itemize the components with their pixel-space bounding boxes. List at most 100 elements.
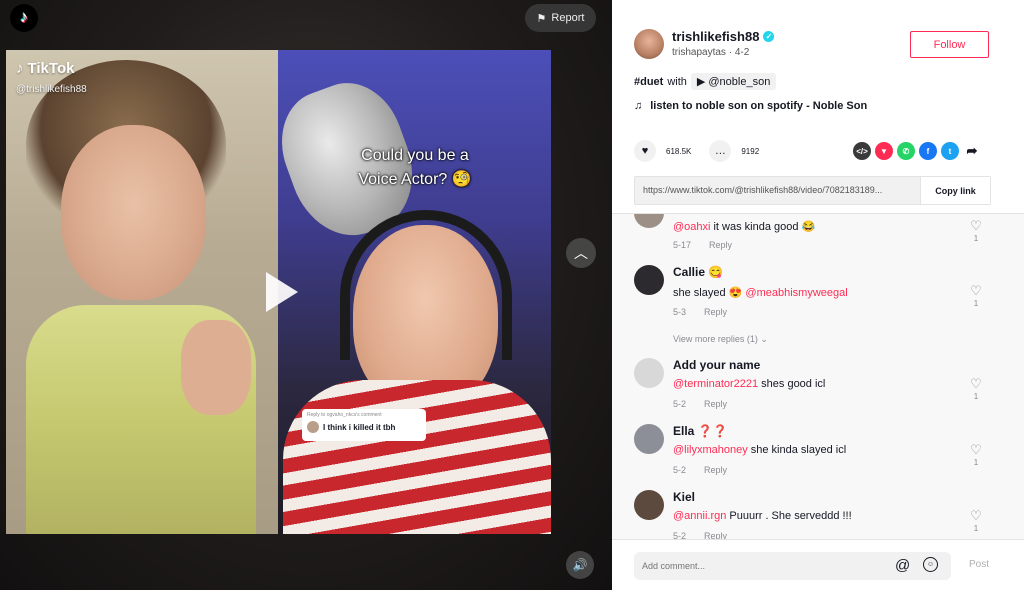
comment-text: @annii.rgn Puuurr . She serveddd !!! [673,510,852,522]
chevron-up-icon[interactable]: ︿ [566,238,596,268]
comment-mention[interactable]: @oahxi [673,221,710,233]
list-item: Callie 😋 she slayed 😍 @meabhismyweegal 5… [634,265,994,325]
comment-date: 5-2 [673,531,687,539]
comment-composer: @ ☺ Post [612,539,1024,590]
duet-right-video [265,50,551,534]
comment-text: @terminator2221 shes good icl [673,378,826,390]
comment-author[interactable]: Add your name [673,358,760,372]
reply-sticker-text: I think i killed it tbh [323,422,396,432]
embed-icon[interactable]: </> [853,142,871,160]
comment-author[interactable]: Callie 😋 [673,265,723,279]
follow-button[interactable]: Follow [910,31,989,58]
author-nickname: trishapaytas [672,47,726,58]
flag-icon: ⚑ [536,12,547,25]
forward-icon[interactable]: ➦ [963,142,981,160]
like-count: 618.5K [666,146,692,156]
comment-mention[interactable]: @annii.rgn [673,510,726,522]
comment-text: @oahxi it was kinda good 😂 [673,221,816,233]
comment-mention[interactable]: @terminator2221 [673,378,758,390]
video-caption: Could you be a Voice Actor? 🧐 [358,147,472,188]
chevron-down-icon: ⌄ [760,334,768,344]
comment-date: 5-17 [673,240,692,250]
reply-button[interactable]: Reply [704,465,727,475]
comment-like-count: 1 [973,524,979,533]
duet-mention: @noble_son [708,75,771,88]
tiktok-note-icon: ♪ [16,60,24,77]
reply-button[interactable]: Reply [709,240,732,250]
avatar[interactable] [634,358,664,388]
report-label: Report [551,12,585,24]
heart-outline-icon[interactable]: ♡ [966,376,986,392]
music-title: listen to noble son on spotify - Noble S… [650,100,868,112]
list-item: @oahxi it was kinda good 😂 5-17 Reply ♡ 1 [634,214,994,254]
heart-icon[interactable]: ♥ [634,140,656,162]
play-icon[interactable] [266,272,298,312]
play-small-icon: ▶ [696,76,706,88]
music-note-icon: ♫ [634,100,643,112]
striped-shirt-image [283,380,551,534]
post-button[interactable]: Post [969,559,989,570]
comment-list[interactable]: @oahxi it was kinda good 😂 5-17 Reply ♡ 1… [612,213,1024,539]
send-icon[interactable]: ▼ [875,142,893,160]
volume-icon[interactable]: 🔊 [566,551,594,579]
comment-date: 5-2 [673,465,687,475]
comment-mention[interactable]: @lilyxmahoney [673,444,748,456]
comment-date: 5-3 [673,307,687,317]
view-more-replies[interactable]: View more replies (1) ⌄ [673,334,768,345]
list-item: Kiel @annii.rgn Puuurr . She serveddd !!!… [634,490,994,539]
heart-outline-icon[interactable]: ♡ [966,218,986,234]
avatar[interactable] [634,265,664,295]
heart-outline-icon[interactable]: ♡ [966,283,986,299]
comment-author[interactable]: Ella ❓❓ [673,424,728,438]
video-watermark-logo: ♪ TikTok [16,60,75,77]
hashtag-link[interactable]: #duet [634,76,663,88]
avatar[interactable] [634,490,664,520]
heart-outline-icon[interactable]: ♡ [966,508,986,524]
reply-sticker: Reply to ogvaho_nkcs's comment I think i… [302,409,426,441]
share-url[interactable]: https://www.tiktok.com/@trishlikefish88/… [635,177,920,204]
share-link-box: https://www.tiktok.com/@trishlikefish88/… [634,176,991,205]
comment-text: @lilyxmahoney she kinda slayed icl [673,444,847,456]
reply-button[interactable]: Reply [704,531,727,539]
comment-date: 5-2 [673,399,687,409]
video-watermark-user: @trishlikefish88 [16,84,87,95]
post-date: 4-2 [734,47,750,58]
duet-mention-chip[interactable]: ▶ @noble_son [690,73,777,90]
facebook-icon[interactable]: f [919,142,937,160]
report-button[interactable]: ⚑ Report [525,4,596,32]
reply-button[interactable]: Reply [704,307,727,317]
comment-mention[interactable]: @meabhismyweegal [745,287,847,299]
duet-left-video [6,50,278,534]
author-username[interactable]: trishlikefish88 [672,29,759,44]
with-text: with [667,75,687,88]
comment-icon[interactable]: … [709,140,732,162]
mention-at-icon[interactable]: @ [895,557,910,574]
avatar[interactable] [634,214,664,228]
reply-button[interactable]: Reply [704,399,727,409]
comment-like-count: 1 [973,392,979,401]
twitter-icon[interactable]: t [941,142,959,160]
list-item: Ella ❓❓ @lilyxmahoney she kinda slayed ic… [634,424,994,484]
detail-panel: trishlikefish88 ✓ trishapaytas · 4-2 Fol… [612,0,1024,590]
avatar[interactable] [634,29,664,59]
tiktok-logo-icon[interactable]: ♪ [10,4,38,32]
video-player[interactable]: ♪ ⚑ Report ♪ TikTok @trishlikefish88 Cou… [0,0,612,590]
video-description: #duet with ▶ @noble_son [634,73,777,90]
comment-author[interactable]: Kiel [673,490,695,504]
whatsapp-icon[interactable]: ✆ [897,142,915,160]
comment-like-count: 1 [973,299,979,308]
heart-outline-icon[interactable]: ♡ [966,442,986,458]
copy-link-button[interactable]: Copy link [920,177,990,204]
engagement-stats: ♥ 618.5K … 9192 [634,140,759,162]
verified-icon: ✓ [763,31,775,42]
music-link[interactable]: ♫ listen to noble son on spotify - Noble… [634,100,867,112]
comment-text: she slayed 😍 @meabhismyweegal [673,287,848,299]
emoji-icon[interactable]: ☺ [923,557,938,572]
share-icons: </> ▼ ✆ f t ➦ [853,142,981,160]
avatar[interactable] [634,424,664,454]
comment-count: 9192 [741,146,760,156]
list-item: Add your name @terminator2221 shes good i… [634,358,994,418]
reply-sticker-avatar [307,421,319,433]
comment-like-count: 1 [973,234,979,243]
reply-sticker-title: Reply to ogvaho_nkcs's comment [307,412,382,418]
